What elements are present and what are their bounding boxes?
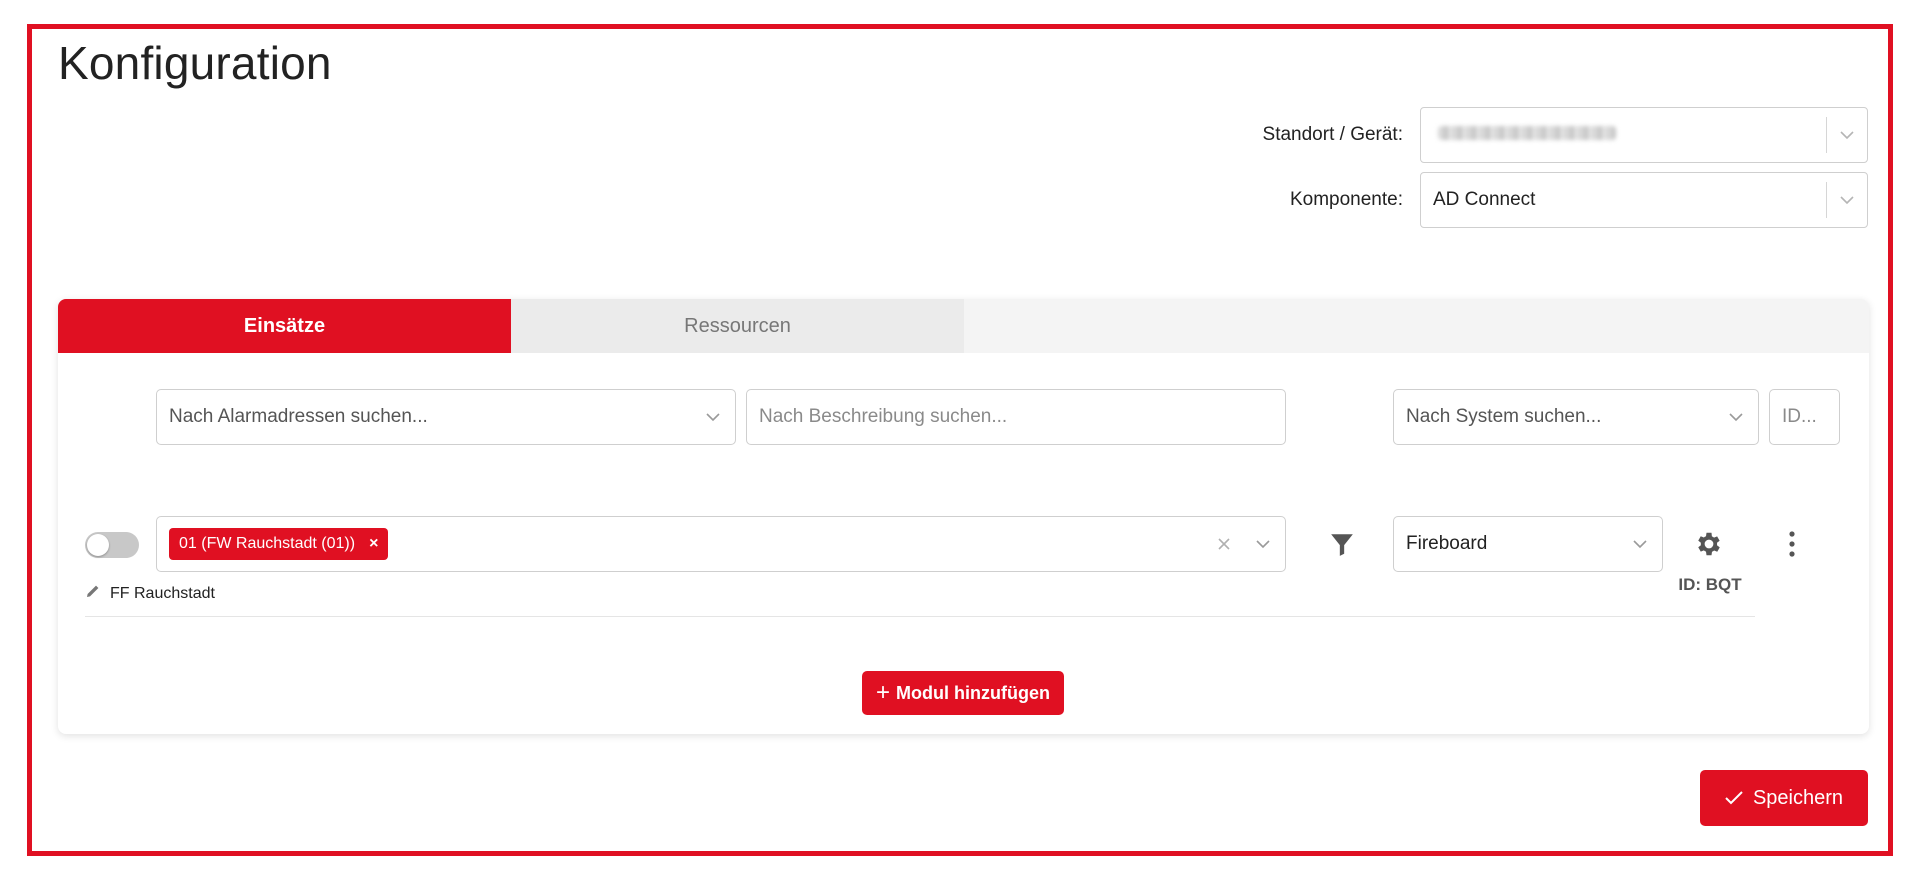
redacted-location bbox=[1438, 126, 1616, 140]
add-module-label: Modul hinzufügen bbox=[896, 682, 1050, 703]
chevron-down-icon[interactable] bbox=[1714, 412, 1758, 422]
page-title: Konfiguration bbox=[58, 37, 332, 89]
kebab-icon[interactable] bbox=[1780, 526, 1804, 562]
component-label: Komponente: bbox=[1289, 189, 1403, 210]
chevron-down-icon[interactable] bbox=[1618, 539, 1662, 549]
module-row: 01 (FW Rauchstadt (01)) × Fireboard bbox=[58, 516, 1869, 572]
location-row: Standort / Gerät: bbox=[1263, 107, 1868, 163]
chevron-down-icon[interactable] bbox=[1827, 173, 1867, 227]
location-label: Standort / Gerät: bbox=[1262, 124, 1403, 145]
location-value bbox=[1421, 124, 1826, 146]
component-value: AD Connect bbox=[1433, 189, 1536, 210]
row-divider bbox=[85, 616, 1755, 617]
chevron-down-icon[interactable] bbox=[1241, 539, 1285, 549]
id-search[interactable]: ID... bbox=[1769, 389, 1840, 445]
plus-icon: + bbox=[876, 679, 891, 706]
tab-bar: Einsätze Ressourcen bbox=[58, 299, 1869, 353]
module-description: FF Rauchstadt bbox=[110, 584, 215, 602]
chevron-down-icon[interactable] bbox=[691, 412, 735, 422]
tab-einsaetze[interactable]: Einsätze bbox=[58, 299, 511, 353]
chevron-down-icon[interactable] bbox=[1827, 108, 1867, 162]
system-search[interactable]: Nach System suchen... bbox=[1393, 389, 1759, 445]
system-value: Fireboard bbox=[1406, 533, 1488, 554]
save-button[interactable]: Speichern bbox=[1700, 770, 1868, 826]
add-module-button[interactable]: + Modul hinzufügen bbox=[862, 671, 1064, 715]
chip-remove-icon[interactable]: × bbox=[369, 535, 378, 553]
system-placeholder: Nach System suchen... bbox=[1406, 406, 1602, 427]
alarm-address-chip: 01 (FW Rauchstadt (01)) × bbox=[169, 528, 389, 560]
component-row: Komponente: AD Connect bbox=[1290, 172, 1868, 228]
modules-card: Einsätze Ressourcen Nach Alarmadressen s… bbox=[58, 299, 1869, 734]
id-placeholder: ID... bbox=[1782, 406, 1817, 427]
gear-icon[interactable] bbox=[1691, 526, 1727, 562]
toggle-knob bbox=[87, 534, 109, 556]
check-icon bbox=[1725, 791, 1743, 805]
component-select[interactable]: AD Connect bbox=[1420, 172, 1868, 228]
description-placeholder: Nach Beschreibung suchen... bbox=[759, 406, 1008, 427]
save-label: Speichern bbox=[1752, 786, 1844, 809]
clear-icon[interactable] bbox=[1207, 538, 1241, 550]
system-select[interactable]: Fireboard bbox=[1393, 516, 1663, 572]
alarm-address-placeholder: Nach Alarmadressen suchen... bbox=[169, 406, 428, 427]
alarm-address-multiselect[interactable]: 01 (FW Rauchstadt (01)) × bbox=[156, 516, 1286, 572]
description-search[interactable]: Nach Beschreibung suchen... bbox=[746, 389, 1286, 445]
module-toggle[interactable] bbox=[85, 532, 139, 558]
module-id: ID: BQT bbox=[1678, 575, 1742, 594]
pencil-icon[interactable] bbox=[85, 583, 101, 604]
tab-ressourcen[interactable]: Ressourcen bbox=[511, 299, 964, 353]
filter-icon[interactable] bbox=[1326, 528, 1358, 560]
module-description-row: FF Rauchstadt bbox=[85, 583, 215, 604]
chip-label: 01 (FW Rauchstadt (01)) bbox=[179, 535, 356, 552]
location-select[interactable] bbox=[1420, 107, 1868, 163]
alarm-address-search[interactable]: Nach Alarmadressen suchen... bbox=[156, 389, 736, 445]
filter-row: Nach Alarmadressen suchen... Nach Beschr… bbox=[58, 389, 1869, 445]
